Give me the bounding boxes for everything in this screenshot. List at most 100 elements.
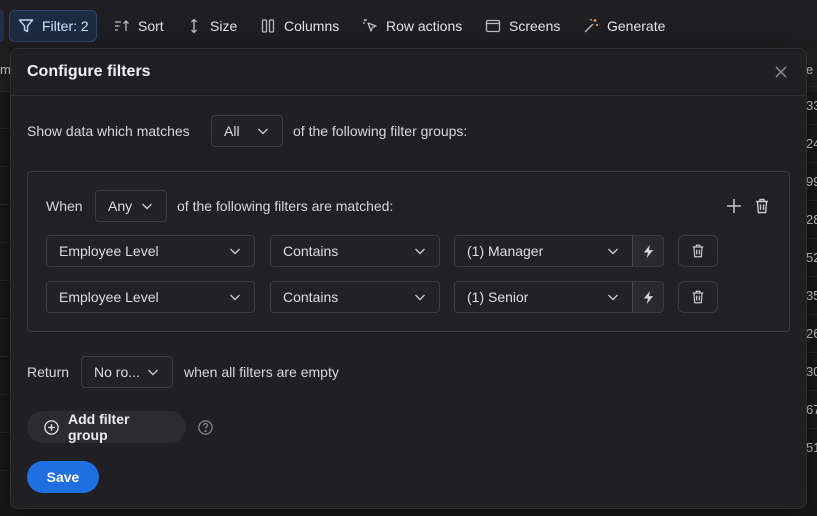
filter-operator-value: Contains <box>283 289 339 305</box>
row-actions-button[interactable]: Row actions <box>354 10 470 42</box>
trash-icon <box>692 244 704 258</box>
columns-button[interactable]: Columns <box>252 10 347 42</box>
background-row-line <box>0 166 10 167</box>
background-row-line <box>0 432 10 433</box>
background-row-line <box>0 280 10 281</box>
chevron-down-icon <box>608 294 618 301</box>
screens-icon <box>485 19 501 33</box>
delete-filter-button[interactable] <box>678 281 718 313</box>
background-row-line <box>0 128 10 129</box>
chevron-down-icon <box>415 294 425 301</box>
return-mode-value: No ro... <box>94 364 140 380</box>
return-mode-select[interactable]: No ro... <box>81 356 173 388</box>
delete-group-button[interactable] <box>752 196 772 216</box>
generate-icon <box>584 19 598 33</box>
filter-button[interactable]: Filter: 2 <box>9 10 97 42</box>
filter-field-select[interactable]: Employee Level <box>46 281 255 313</box>
return-label: Return <box>27 364 70 380</box>
background-cell: 52 <box>806 238 817 276</box>
background-row-line <box>0 204 10 205</box>
background-cell: 30 <box>806 352 817 390</box>
chevron-down-icon <box>230 294 240 301</box>
sort-button[interactable]: Sort <box>106 10 172 42</box>
dynamic-value-button[interactable] <box>632 281 664 313</box>
background-cell-text: 52 <box>806 250 817 265</box>
background-row-line <box>0 318 10 319</box>
when-suffix-text: of the following filters are matched: <box>177 198 394 214</box>
filter-operator-select[interactable]: Contains <box>270 235 440 267</box>
background-cell: 51 <box>806 428 817 466</box>
lightning-icon <box>643 244 653 258</box>
background-row-line <box>0 394 10 395</box>
background-cell-text: 30 <box>806 364 817 379</box>
filter-value-select[interactable]: (1) Manager <box>454 235 633 267</box>
add-filter-group-label: Add filter group <box>68 411 130 443</box>
filter-icon <box>18 19 34 33</box>
filter-value-select[interactable]: (1) Senior <box>454 281 633 313</box>
screens-button-label: Screens <box>509 18 561 34</box>
help-icon <box>198 420 213 435</box>
dynamic-value-button[interactable] <box>632 235 664 267</box>
when-mode-value: Any <box>108 198 133 214</box>
size-icon <box>191 18 197 34</box>
toolbar-left-edge <box>0 10 4 42</box>
background-header-cell-text: e <box>806 62 814 77</box>
background-cell-text: 33 <box>806 98 817 113</box>
generate-button[interactable]: Generate <box>575 10 673 42</box>
when-label: When <box>46 198 83 214</box>
row-actions-button-label: Row actions <box>386 18 463 34</box>
filter-field-value: Employee Level <box>59 243 159 259</box>
filter-operator-select[interactable]: Contains <box>270 281 440 313</box>
background-cell-text: 26 <box>806 326 817 341</box>
chevron-down-icon <box>258 128 268 135</box>
add-filter-group-button[interactable]: Add filter group <box>27 411 186 443</box>
filter-value-text: (1) Manager <box>467 243 544 259</box>
background-cell: 26 <box>806 314 817 352</box>
help-button[interactable] <box>197 419 214 436</box>
save-button[interactable]: Save <box>27 461 99 493</box>
size-button[interactable]: Size <box>178 10 245 42</box>
trash-icon <box>756 198 768 214</box>
add-filter-button[interactable] <box>724 196 744 216</box>
background-row-line <box>0 242 10 243</box>
chevron-down-icon <box>148 369 158 376</box>
background-cell: 67 <box>806 390 817 428</box>
close-icon <box>775 66 787 78</box>
columns-button-label: Columns <box>284 18 340 34</box>
sort-icon <box>115 20 129 31</box>
background-cell: 99 <box>806 162 817 200</box>
background-row-line <box>0 356 10 357</box>
background-cell: 33 <box>806 86 817 124</box>
match-mode-value: All <box>224 123 240 139</box>
filter-field-value: Employee Level <box>59 289 159 305</box>
when-mode-select[interactable]: Any <box>95 190 167 222</box>
filter-field-select[interactable]: Employee Level <box>46 235 255 267</box>
delete-filter-button[interactable] <box>678 235 718 267</box>
filter-group: When Any of the following filters are ma… <box>27 171 790 332</box>
plus-circle-icon <box>44 419 59 435</box>
background-cell-text: 24 <box>806 136 817 151</box>
columns-icon <box>261 19 275 33</box>
background-cell-text: 99 <box>806 174 817 189</box>
filter-operator-value: Contains <box>283 243 339 259</box>
background-grid-header: m <box>0 48 11 92</box>
background-cell: 35 <box>806 276 817 314</box>
row-actions-icon <box>363 19 377 32</box>
background-cell-text: 51 <box>806 440 817 455</box>
chevron-down-icon <box>415 248 425 255</box>
background-grid-left: m <box>0 48 11 516</box>
filter-value-text: (1) Senior <box>467 289 529 305</box>
trash-icon <box>692 290 704 304</box>
screens-button[interactable]: Screens <box>477 10 568 42</box>
sort-button-label: Sort <box>138 18 164 34</box>
plus-icon <box>727 199 741 213</box>
background-row-line <box>0 470 10 471</box>
close-button[interactable] <box>772 63 790 81</box>
background-cell: 28 <box>806 200 817 238</box>
match-prefix-text: Show data which matches <box>27 123 190 139</box>
background-grid-right: e 33 24 99 28 52 35 26 30 67 51 <box>806 48 817 516</box>
dialog-header: Configure filters <box>11 49 806 96</box>
lightning-icon <box>643 290 653 304</box>
match-mode-select[interactable]: All <box>211 115 283 147</box>
size-button-label: Size <box>210 18 238 34</box>
